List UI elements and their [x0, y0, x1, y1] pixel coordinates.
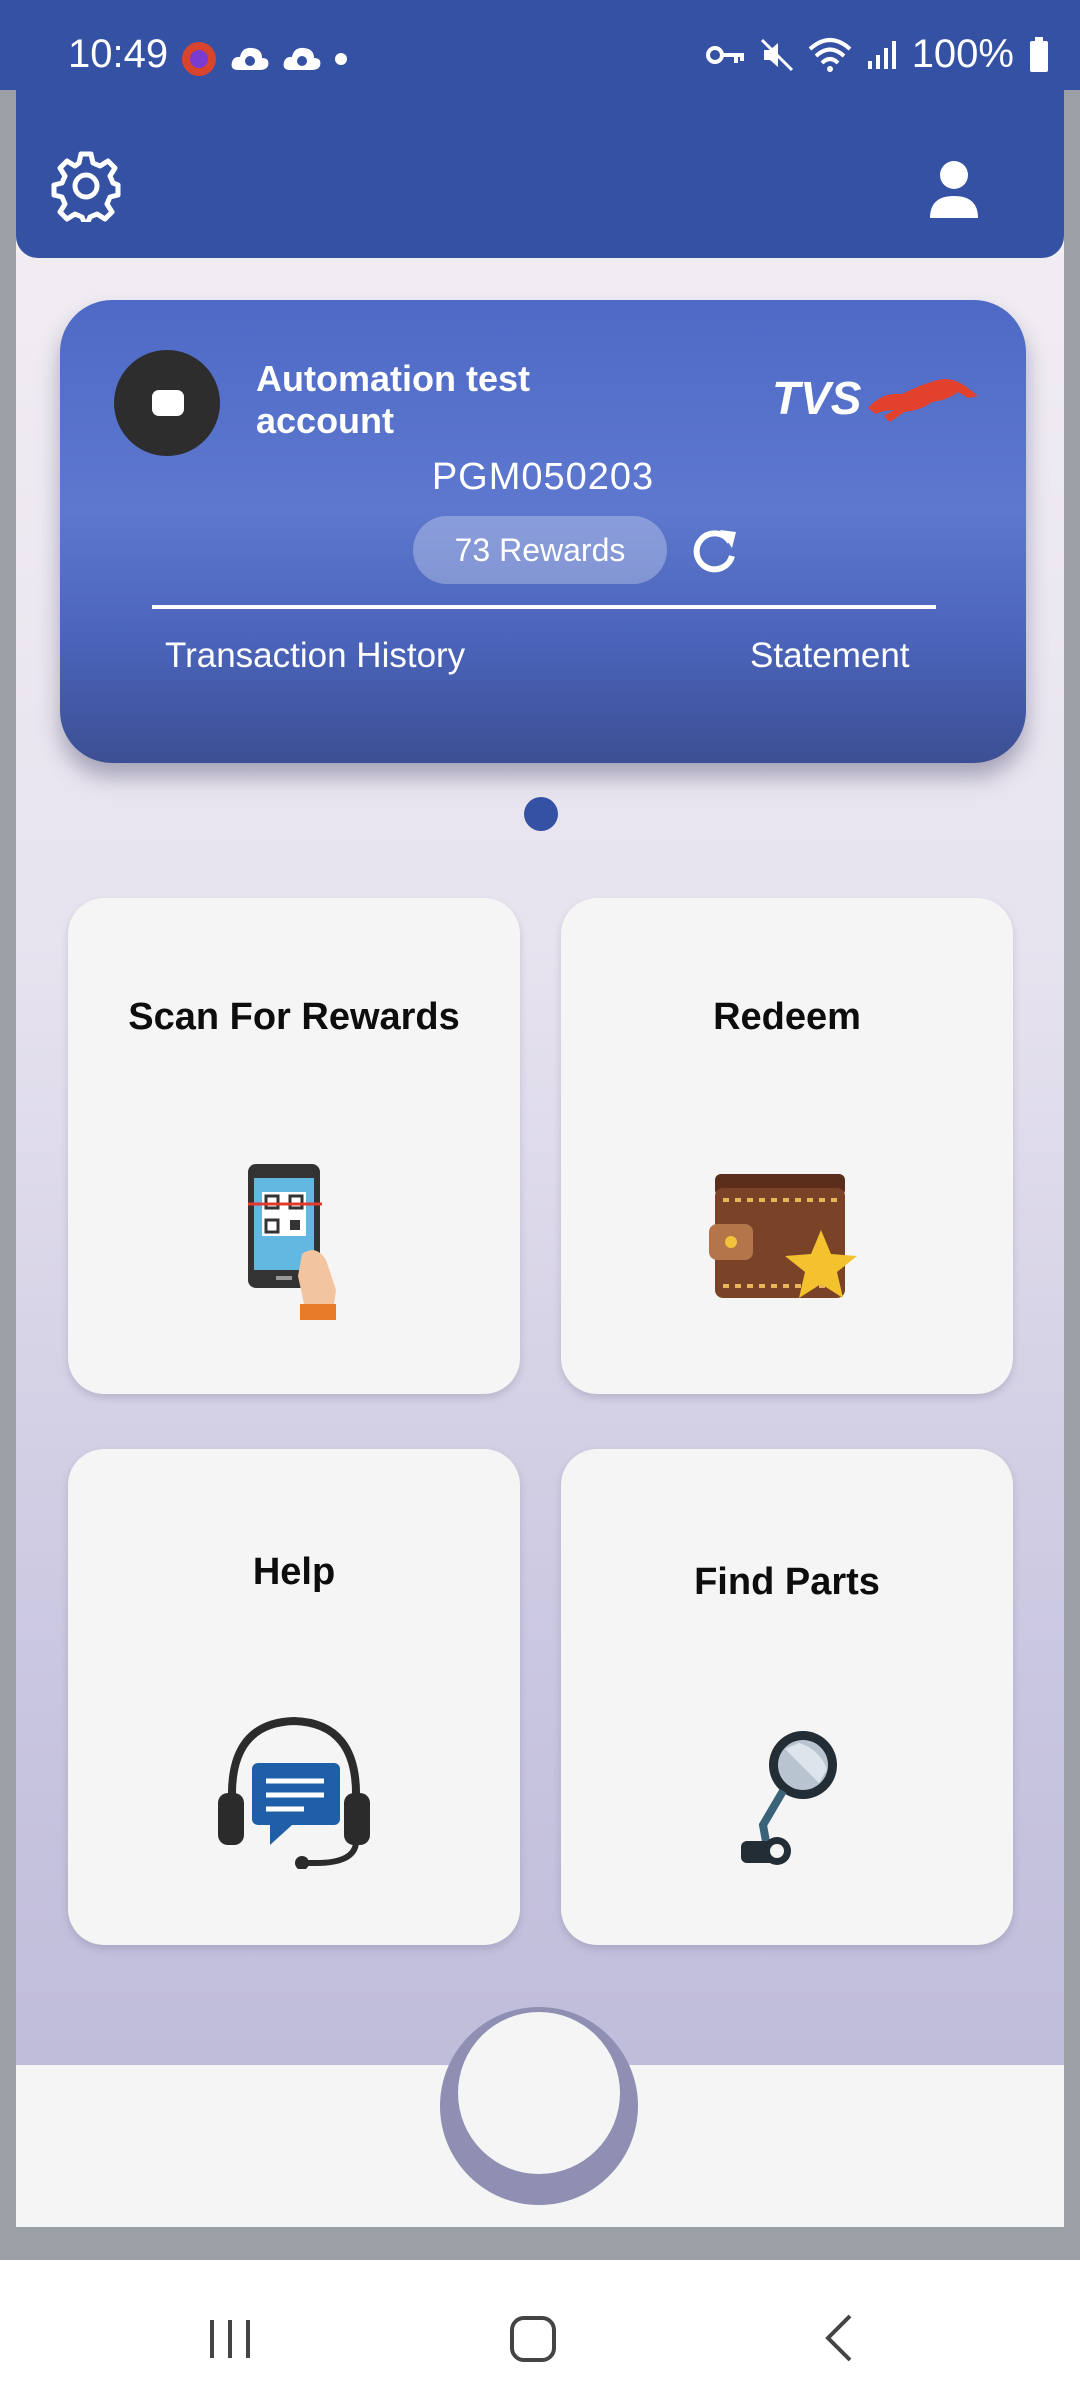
- qr-scan-icon: [248, 1164, 336, 1320]
- app-notification-icon: [182, 42, 216, 76]
- carousel-indicator: [524, 797, 558, 831]
- account-id: PGM050203: [431, 456, 655, 498]
- home-icon[interactable]: [504, 2308, 564, 2368]
- account-card: Automation test account TVS PGM050203 73…: [60, 300, 1026, 763]
- tile-title: Help: [252, 1551, 336, 1593]
- brand-text: TVS: [772, 372, 862, 424]
- rewards-badge: 73 Rewards: [413, 516, 667, 584]
- card-divider: [152, 605, 936, 609]
- headset-chat-icon: [218, 1716, 370, 1869]
- gear-icon[interactable]: [50, 150, 122, 222]
- app-header: [16, 88, 1064, 258]
- mirror-part-icon: [741, 1731, 837, 1865]
- tile-title: Scan For Rewards: [128, 996, 460, 1038]
- help-tile[interactable]: Help: [68, 1449, 520, 1945]
- dot-icon: [335, 53, 347, 65]
- avatar-placeholder-icon: [152, 390, 184, 416]
- signal-icon: [867, 40, 896, 69]
- refresh-icon[interactable]: [686, 522, 742, 578]
- battery-percent: 100%: [911, 32, 1014, 76]
- mute-icon: [760, 38, 793, 71]
- redeem-tile[interactable]: Redeem: [561, 898, 1013, 1394]
- battery-icon: [1030, 36, 1048, 72]
- tile-title: Find Parts: [694, 1561, 880, 1603]
- system-nav-bar: [0, 2264, 1080, 2400]
- notification-icons: [180, 40, 348, 78]
- status-bar: 10:49 100%: [0, 0, 1080, 90]
- cloud-icon: [283, 47, 321, 70]
- find-parts-tile[interactable]: Find Parts: [561, 1449, 1013, 1945]
- profile-icon[interactable]: [928, 160, 980, 220]
- system-icons: 100%: [705, 32, 1050, 77]
- cloud-icon: [231, 47, 269, 70]
- wallet-star-icon: [709, 1174, 857, 1298]
- account-name: Automation test account: [256, 358, 530, 441]
- tile-title: Redeem: [713, 996, 861, 1038]
- recent-apps-icon[interactable]: [200, 2308, 260, 2368]
- vpn-key-icon: [705, 45, 744, 64]
- status-time: 10:49: [68, 32, 169, 76]
- center-action-button[interactable]: [458, 2012, 620, 2174]
- scan-for-rewards-tile[interactable]: Scan For Rewards: [68, 898, 520, 1394]
- wifi-icon: [808, 37, 852, 72]
- transaction-history-link[interactable]: Transaction History: [165, 636, 465, 676]
- tvs-logo: TVS: [772, 372, 978, 424]
- avatar[interactable]: [114, 350, 220, 456]
- back-icon[interactable]: [810, 2308, 870, 2368]
- statement-link[interactable]: Statement: [750, 636, 910, 676]
